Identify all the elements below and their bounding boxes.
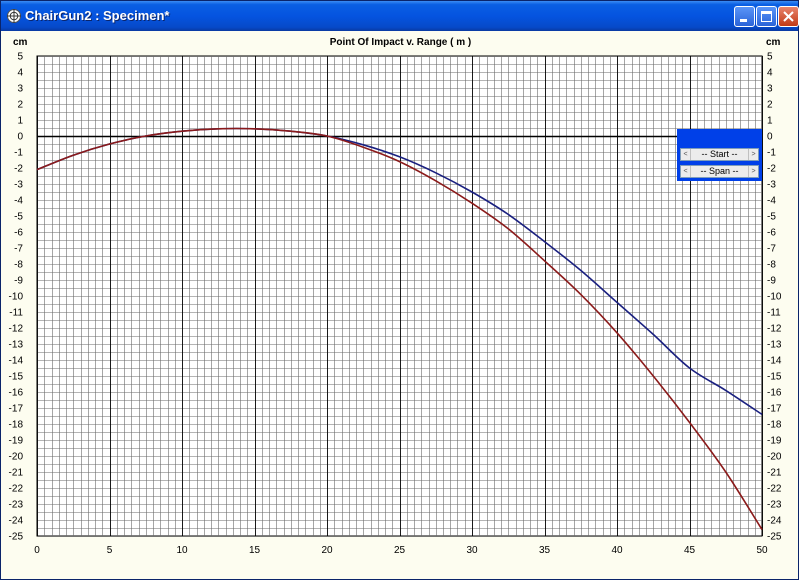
x-tick-label: 15 [249,545,261,556]
y-tick-label-right: -8 [767,260,776,271]
y-tick-label-right: -19 [767,436,782,447]
start-decrease-button[interactable]: < [681,149,691,160]
y-tick-label-left: -25 [9,532,24,543]
x-tick-label: 40 [611,545,623,556]
y-tick-label-left: -23 [9,500,24,511]
y-tick-label-right: 3 [767,84,773,95]
y-tick-label-right: -10 [767,292,782,303]
y-tick-label-right: -15 [767,372,782,383]
y-tick-label-left: -11 [9,308,23,319]
y-tick-label-left: -4 [14,196,23,207]
poi-chart[interactable]: 543210-1-2-3-4-5-6-7-8-9-10-11-12-13-14-… [1,1,798,579]
y-tick-label-right: 5 [767,52,773,63]
x-tick-label: 20 [321,545,333,556]
y-tick-label-left: -2 [14,164,23,175]
y-tick-label-right: -6 [767,228,776,239]
y-tick-label-left: -10 [9,292,24,303]
y-tick-label-right: -18 [767,420,782,431]
y-tick-label-right: -11 [767,308,781,319]
y-tick-label-right: 0 [767,132,773,143]
y-tick-label-left: -16 [9,388,24,399]
y-tick-label-left: -18 [9,420,24,431]
y-tick-label-right: -5 [767,212,776,223]
y-tick-label-right: -17 [767,404,782,415]
y-tick-label-left: -12 [9,324,24,335]
y-tick-label-left: -13 [9,340,24,351]
y-tick-label-right: -1 [767,148,776,159]
start-control[interactable]: < -- Start -- > [680,148,759,161]
y-tick-label-left: -20 [9,452,24,463]
y-tick-label-right: -12 [767,324,782,335]
y-tick-label-right: -13 [767,340,782,351]
y-tick-label-left: -6 [14,228,23,239]
y-tick-label-left: -15 [9,372,24,383]
y-tick-label-left: -7 [14,244,23,255]
x-tick-label: 30 [466,545,478,556]
y-tick-label-right: -21 [767,468,782,479]
y-tick-label-right: -23 [767,500,782,511]
y-tick-label-right: -9 [767,276,776,287]
y-tick-label-right: -2 [767,164,776,175]
y-tick-label-right: 2 [767,100,773,111]
y-tick-label-right: -14 [767,356,782,367]
y-tick-label-left: 2 [17,100,23,111]
x-tick-label: 25 [394,545,406,556]
x-tick-label: 0 [34,545,40,556]
x-tick-label: 35 [539,545,551,556]
span-decrease-button[interactable]: < [681,166,691,177]
y-tick-label-left: 3 [17,84,23,95]
y-tick-label-left: -14 [9,356,24,367]
x-tick-label: 5 [107,545,113,556]
y-tick-label-left: 5 [17,52,23,63]
y-tick-label-left: -5 [14,212,23,223]
y-tick-label-left: -1 [14,148,23,159]
y-tick-label-left: -8 [14,260,23,271]
y-tick-label-right: -4 [767,196,776,207]
start-increase-button[interactable]: > [748,149,758,160]
y-tick-label-left: 4 [17,68,23,79]
y-tick-label-left: -17 [9,404,24,415]
span-label: -- Span -- [700,166,739,176]
y-tick-label-right: -24 [767,516,782,527]
y-tick-label-left: -3 [14,180,23,191]
x-tick-label: 10 [176,545,188,556]
y-tick-label-left: -24 [9,516,24,527]
span-control[interactable]: < -- Span -- > [680,165,759,178]
y-tick-label-right: -20 [767,452,782,463]
span-increase-button[interactable]: > [748,166,758,177]
y-tick-label-left: 1 [17,116,23,127]
y-tick-label-left: -19 [9,436,24,447]
y-tick-label-left: -9 [14,276,23,287]
y-tick-label-left: -21 [9,468,24,479]
app-window: ChairGun2 : Specimen* Point Of Impact v.… [0,0,799,580]
start-label: -- Start -- [701,149,738,159]
y-tick-label-left: -22 [9,484,24,495]
x-tick-label: 50 [756,545,768,556]
y-tick-label-right: 4 [767,68,773,79]
y-tick-label-right: -3 [767,180,776,191]
y-tick-label-right: -25 [767,532,782,543]
range-control-panel: < -- Start -- > < -- Span -- > [677,129,762,181]
y-tick-label-right: 1 [767,116,773,127]
y-tick-label-right: -7 [767,244,776,255]
y-tick-label-left: 0 [17,132,23,143]
y-tick-label-right: -22 [767,484,782,495]
x-tick-label: 45 [684,545,696,556]
y-tick-label-right: -16 [767,388,782,399]
